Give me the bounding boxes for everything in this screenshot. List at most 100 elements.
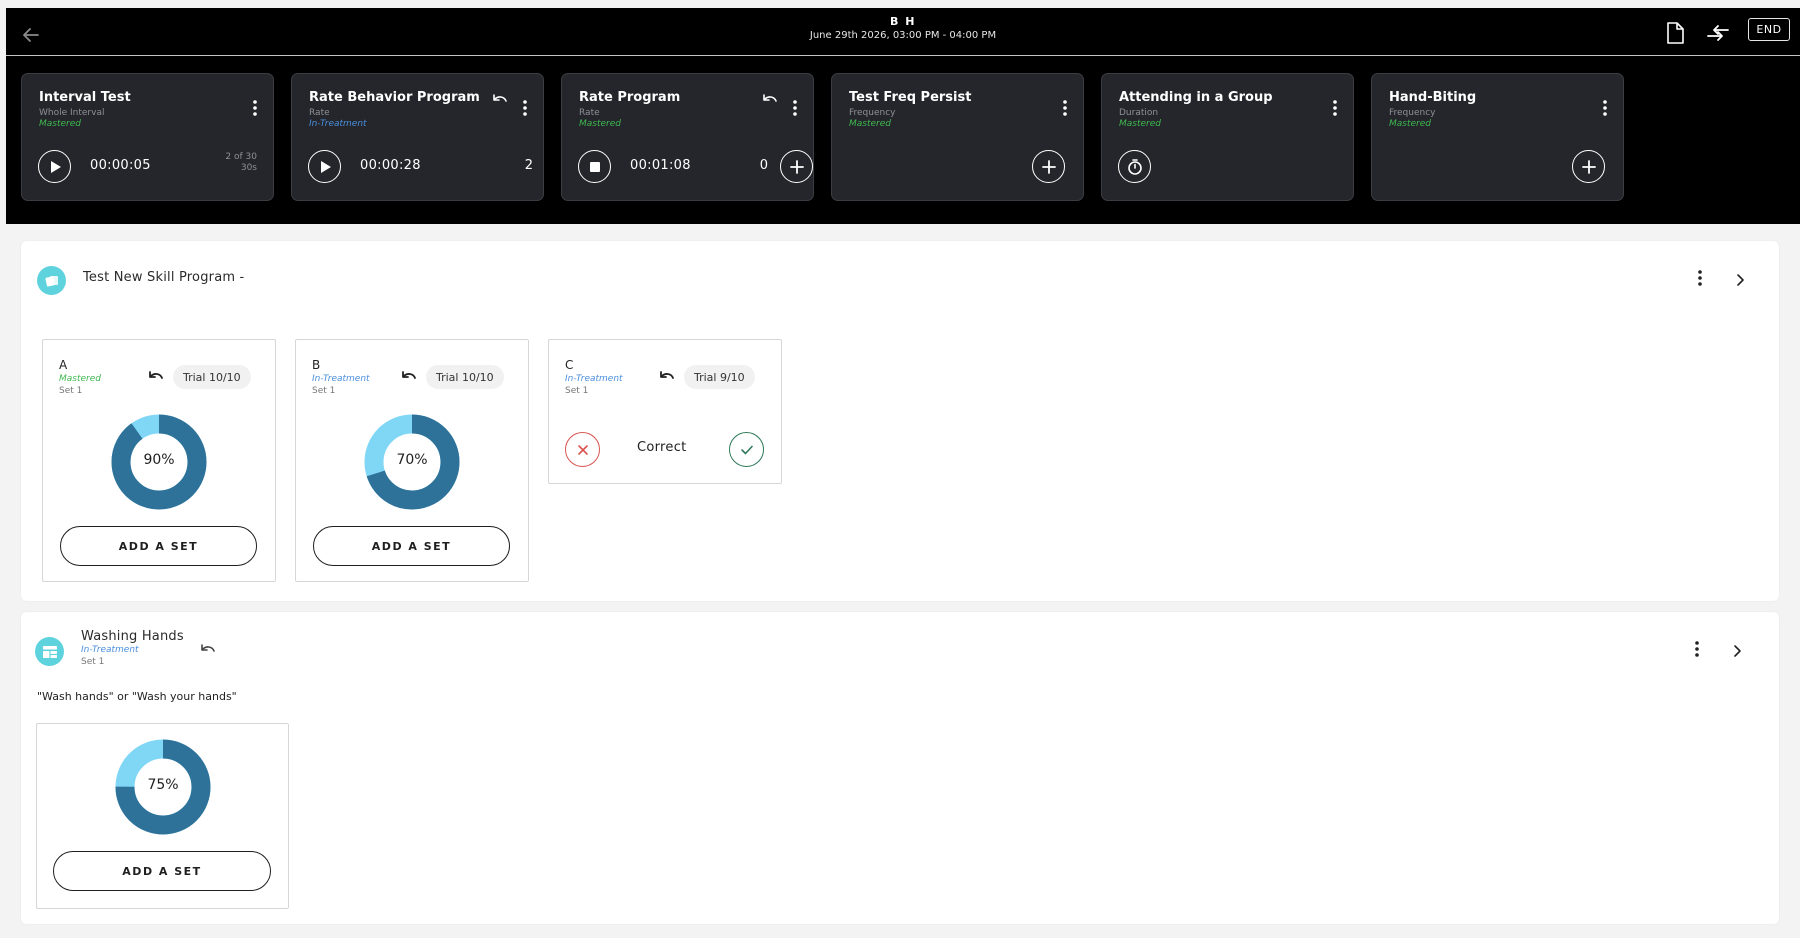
behavior-card-attending-in-a-group[interactable]: Attending in a Group Duration Mastered (1101, 73, 1354, 201)
target-name: C (565, 358, 574, 372)
play-icon (320, 160, 331, 173)
trial-counter: Trial 10/10 (426, 365, 504, 389)
behavior-title: Interval Test (39, 90, 131, 105)
vertical-dots-icon[interactable] (1599, 98, 1611, 118)
vertical-dots-icon[interactable] (1694, 267, 1706, 289)
add-occurrence-button[interactable] (1032, 150, 1065, 183)
behavior-status: Mastered (1119, 119, 1161, 129)
vertical-dots-icon[interactable] (249, 98, 261, 118)
target-card-washing-hands: 75% ADD A SET (36, 723, 289, 909)
play-button[interactable] (308, 150, 341, 183)
target-set: Set 1 (312, 386, 336, 396)
behavior-status: Mastered (1389, 119, 1431, 129)
interval-count: 2 of 30 (225, 152, 257, 162)
end-session-button[interactable]: END (1748, 18, 1790, 41)
vertical-dots-icon[interactable] (1329, 98, 1341, 118)
vertical-dots-icon[interactable] (789, 98, 801, 118)
behavior-type: Rate (309, 108, 330, 118)
cards-icon (44, 275, 58, 287)
plus-icon (789, 159, 804, 174)
vertical-dots-icon[interactable] (1691, 638, 1703, 660)
program-title: Washing Hands (81, 629, 184, 644)
behavior-timer: 00:01:08 (630, 158, 691, 173)
target-status: Mastered (59, 374, 101, 384)
stop-icon (589, 161, 600, 172)
stop-button[interactable] (578, 150, 611, 183)
document-icon (1667, 22, 1684, 44)
percent-correct: 75% (147, 777, 179, 793)
stopwatch-icon (1127, 158, 1142, 175)
checkmark-icon (740, 445, 753, 454)
plus-icon (1041, 159, 1056, 174)
add-set-button[interactable]: ADD A SET (313, 526, 510, 566)
undo-icon[interactable] (146, 368, 166, 386)
incorrect-button[interactable] (565, 432, 600, 467)
start-timer-button[interactable] (1118, 150, 1151, 183)
behavior-title: Attending in a Group (1119, 90, 1273, 105)
switch-button[interactable] (1703, 18, 1733, 48)
behavior-count: 2 (524, 158, 533, 173)
session-header: B H June 29th 2026, 03:00 PM - 04:00 PM … (6, 8, 1800, 224)
behavior-type: Frequency (1389, 108, 1436, 118)
program-set: Set 1 (81, 657, 105, 667)
program-panel-test-new-skill: Test New Skill Program - A Mastered Set … (21, 241, 1779, 601)
chevron-right-icon[interactable] (1730, 642, 1744, 660)
behavior-timer: 00:00:28 (360, 158, 421, 173)
vertical-dots-icon[interactable] (519, 98, 531, 118)
undo-icon[interactable] (399, 368, 419, 386)
behavior-title: Hand-Biting (1389, 90, 1477, 105)
correct-button[interactable] (729, 432, 764, 467)
behavior-card-rate-behavior-program[interactable]: Rate Behavior Program Rate In-Treatment … (291, 73, 544, 201)
behavior-type: Duration (1119, 108, 1159, 118)
target-name: B (312, 358, 321, 372)
add-set-button[interactable]: ADD A SET (60, 526, 257, 566)
program-panel-washing-hands: Washing Hands In-Treatment Set 1 "Wash h… (21, 612, 1779, 924)
undo-icon[interactable] (657, 368, 677, 386)
undo-icon[interactable] (198, 641, 218, 659)
behavior-status: Mastered (579, 119, 621, 129)
add-occurrence-button[interactable] (780, 150, 813, 183)
behavior-status: In-Treatment (309, 119, 367, 129)
behavior-title: Rate Behavior Program (309, 90, 480, 105)
behavior-card-rate-program[interactable]: Rate Program Rate Mastered 00:01:08 0 (561, 73, 814, 201)
header-divider (6, 55, 1800, 56)
trial-counter: Trial 10/10 (173, 365, 251, 389)
grid-icon (42, 645, 57, 658)
behavior-timer: 00:00:05 (90, 158, 151, 173)
plus-icon (1581, 159, 1596, 174)
interval-length: 30s (240, 163, 257, 173)
play-icon (50, 160, 61, 173)
program-icon (35, 637, 64, 666)
behavior-card-test-freq-persist[interactable]: Test Freq Persist Frequency Mastered (831, 73, 1084, 201)
swap-arrows-icon (1707, 25, 1729, 41)
behavior-type: Whole Interval (39, 108, 105, 118)
behavior-card-interval-test[interactable]: Interval Test Whole Interval Mastered 00… (21, 73, 274, 201)
target-card-c: C In-Treatment Set 1 Trial 9/10 Correct (548, 339, 782, 484)
undo-icon[interactable] (491, 92, 509, 110)
play-button[interactable] (38, 150, 71, 183)
behavior-title: Test Freq Persist (849, 90, 972, 105)
target-name: A (59, 358, 68, 372)
target-set: Set 1 (59, 386, 83, 396)
interval-progress: 2 of 30 30s (225, 152, 257, 174)
undo-icon[interactable] (761, 92, 779, 110)
program-status: In-Treatment (81, 645, 139, 655)
target-card-a: A Mastered Set 1 Trial 10/10 90% ADD A S… (42, 339, 276, 582)
chevron-right-icon[interactable] (1733, 271, 1747, 289)
program-icon (37, 266, 66, 295)
correct-label: Correct (637, 440, 687, 455)
close-icon (577, 444, 588, 455)
session-time: June 29th 2026, 03:00 PM - 04:00 PM (809, 30, 997, 41)
notes-button[interactable] (1660, 18, 1690, 48)
target-set: Set 1 (565, 386, 589, 396)
behavior-count: 0 (759, 158, 768, 173)
behavior-type: Frequency (849, 108, 896, 118)
trial-counter: Trial 9/10 (684, 365, 755, 389)
program-title: Test New Skill Program - (83, 270, 245, 285)
client-name: B H (890, 15, 916, 28)
target-status: In-Treatment (565, 374, 623, 384)
add-occurrence-button[interactable] (1572, 150, 1605, 183)
behavior-card-hand-biting[interactable]: Hand-Biting Frequency Mastered (1371, 73, 1624, 201)
vertical-dots-icon[interactable] (1059, 98, 1071, 118)
add-set-button[interactable]: ADD A SET (53, 851, 271, 891)
